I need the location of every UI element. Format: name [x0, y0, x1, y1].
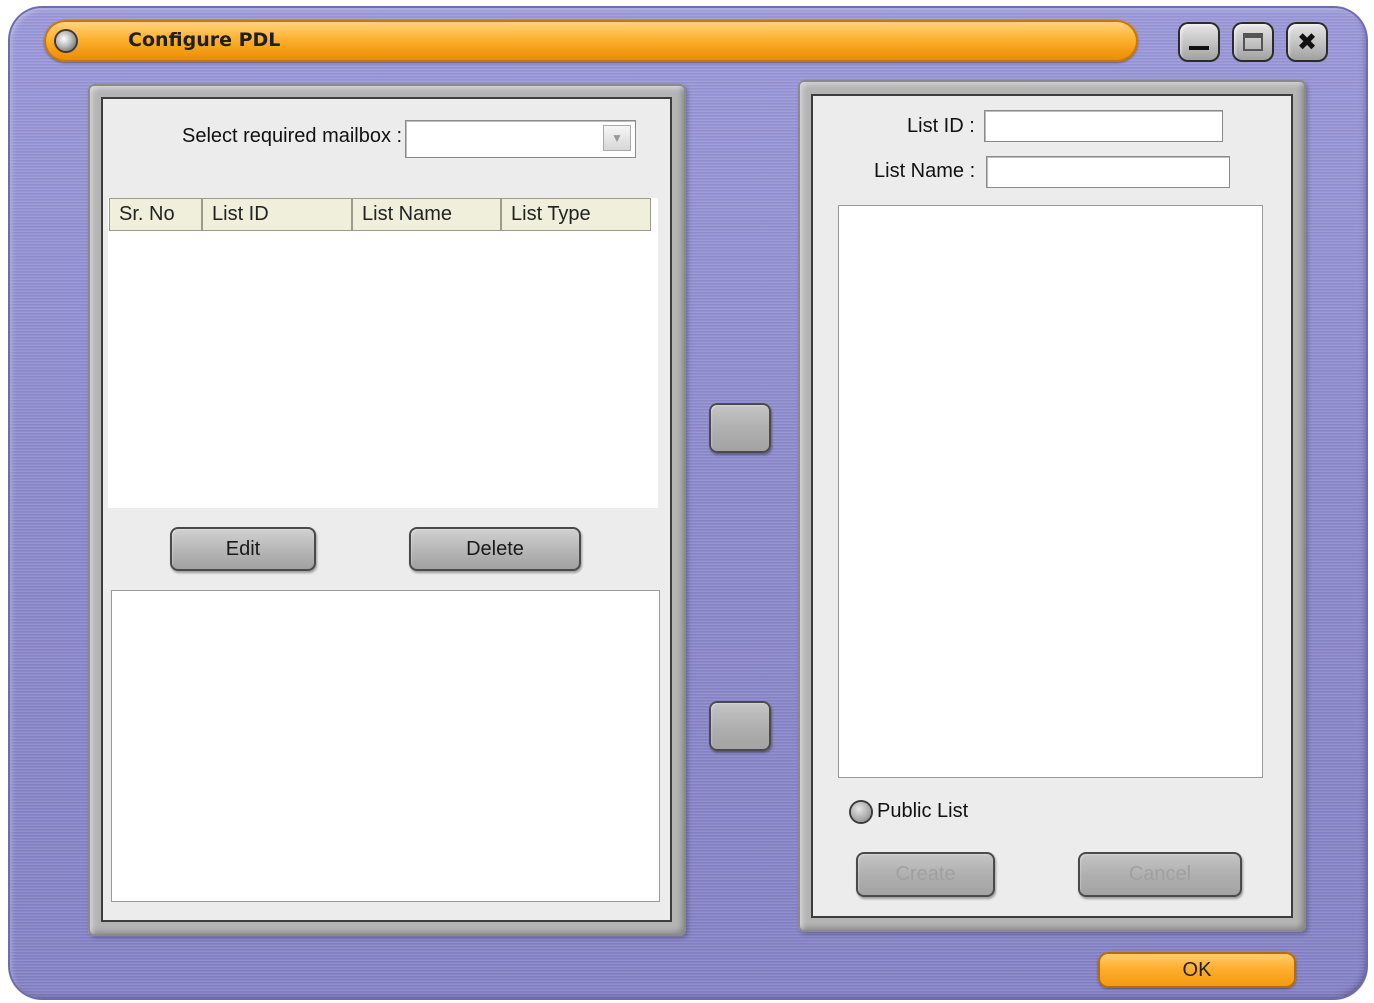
edit-button[interactable]: Edit: [170, 527, 316, 571]
mailbox-label: Select required mailbox :: [182, 125, 403, 147]
minimize-icon: [1189, 46, 1209, 50]
close-button[interactable]: ✖: [1286, 22, 1328, 62]
ok-button[interactable]: OK: [1098, 952, 1296, 988]
column-header-list-name[interactable]: List Name: [352, 198, 501, 231]
members-listbox[interactable]: [111, 590, 660, 902]
list-name-label: List Name :: [874, 160, 976, 182]
delete-button[interactable]: Delete: [409, 527, 581, 571]
column-header-list-id[interactable]: List ID: [202, 198, 352, 231]
create-button[interactable]: Create: [856, 852, 995, 897]
list-name-input[interactable]: [986, 156, 1230, 188]
column-header-sr-no[interactable]: Sr. No: [109, 198, 202, 231]
title-bar[interactable]: Configure PDL: [44, 20, 1138, 62]
public-list-radio[interactable]: [851, 802, 871, 822]
pdl-table[interactable]: Sr. No List ID List Name List Type: [108, 198, 658, 508]
maximize-button[interactable]: [1232, 22, 1274, 62]
column-header-list-type[interactable]: List Type: [501, 198, 651, 231]
list-id-input[interactable]: [984, 110, 1223, 142]
add-to-list-button[interactable]: [709, 403, 771, 453]
close-icon: ✖: [1296, 28, 1318, 56]
window-title: Configure PDL: [128, 29, 281, 51]
window-menu-icon[interactable]: [56, 31, 76, 51]
list-id-label: List ID :: [907, 115, 975, 137]
maximize-icon: [1243, 33, 1263, 51]
minimize-button[interactable]: [1178, 22, 1220, 62]
list-members-listbox[interactable]: [838, 205, 1263, 778]
cancel-button[interactable]: Cancel: [1078, 852, 1242, 897]
mailbox-select[interactable]: ▼: [405, 120, 636, 158]
chevron-down-icon[interactable]: ▼: [603, 125, 631, 151]
remove-from-list-button[interactable]: [709, 701, 771, 751]
public-list-label[interactable]: Public List: [877, 800, 968, 823]
